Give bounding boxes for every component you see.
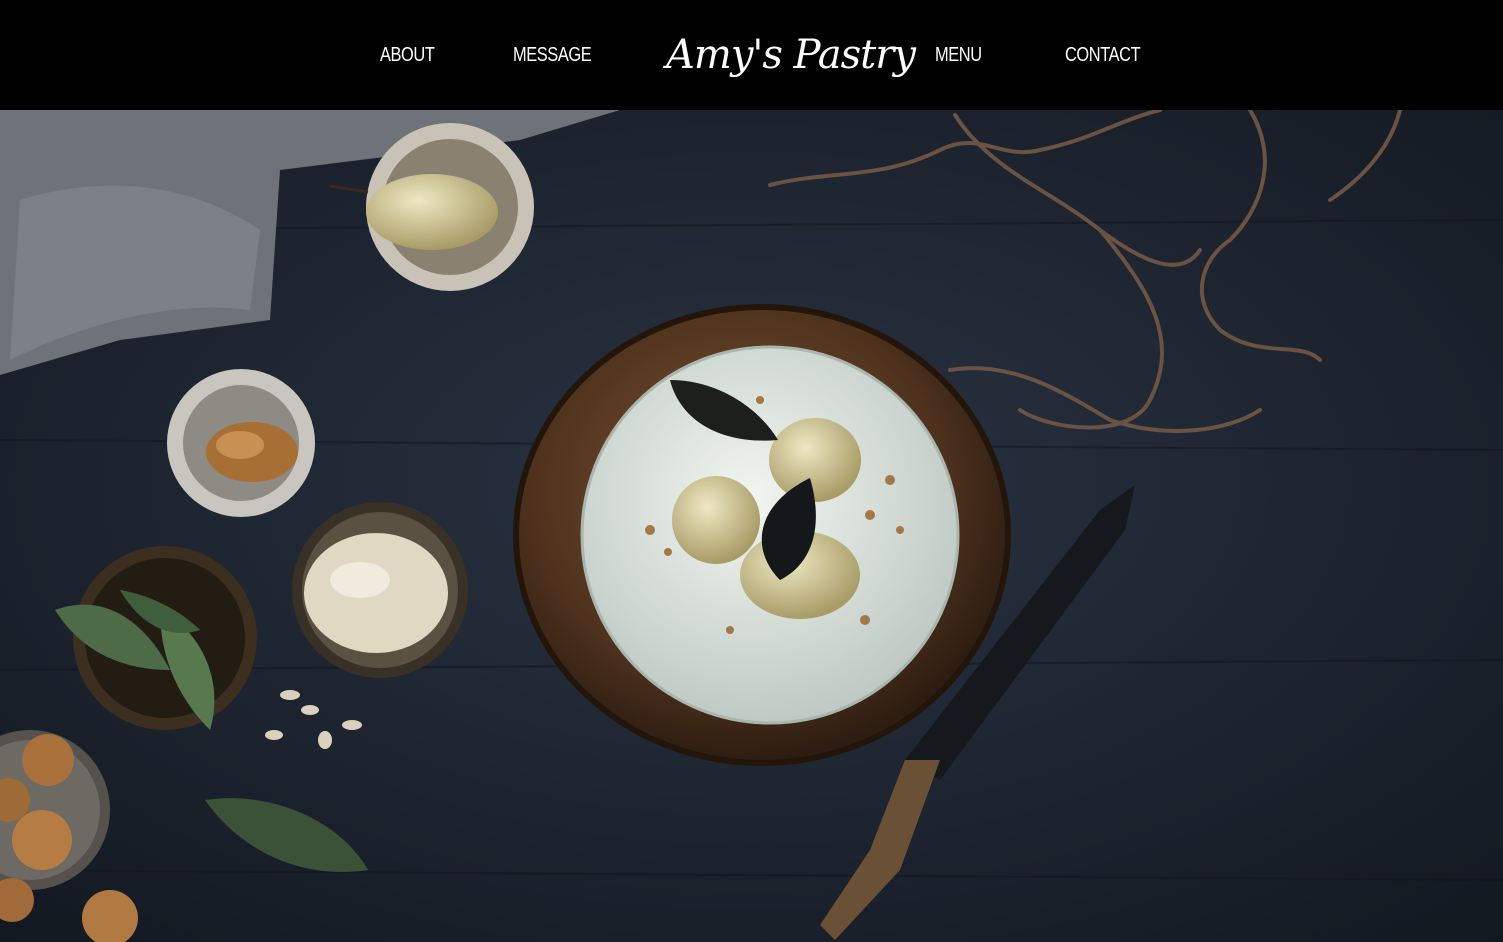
site-header: ABOUT MESSAGE Amy's Pastry MENU CONTACT <box>0 0 1503 110</box>
hero-image <box>0 110 1503 942</box>
nav-message[interactable]: MESSAGE <box>513 44 592 67</box>
cake <box>580 345 960 725</box>
crumble-bowl <box>167 369 315 517</box>
brand-logo[interactable]: Amy's Pastry <box>666 22 916 88</box>
hero-photo <box>0 110 1503 942</box>
nav-contact[interactable]: CONTACT <box>1065 44 1141 67</box>
nav-about[interactable]: ABOUT <box>380 44 435 67</box>
nav-menu[interactable]: MENU <box>935 44 982 67</box>
almond-bowl <box>292 502 468 678</box>
